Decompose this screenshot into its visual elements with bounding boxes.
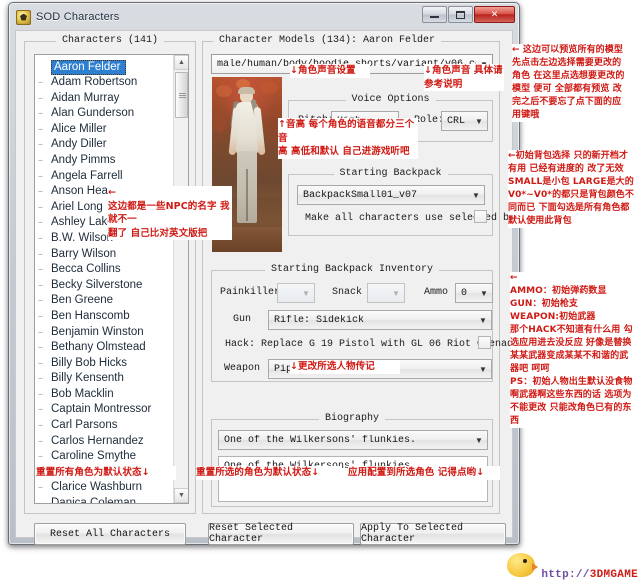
characters-list-items[interactable]: Aaron Felder Adam Robertson Aidan Murray…	[35, 55, 173, 503]
list-item[interactable]: Bethany Olmstead	[37, 340, 173, 356]
title-bar: SOD Characters ✕	[12, 6, 516, 28]
backpack-value: BackpackSmall01_v07	[298, 190, 468, 201]
annotation-pitch-note: ↑音高 每个角色的语音都分三个音 高 高低和默认 自己进游戏听吧	[278, 118, 418, 159]
list-item[interactable]: Billy Kensenth	[37, 371, 173, 387]
list-item[interactable]: Angela Farrell	[37, 169, 173, 185]
list-item[interactable]: Andy Diller	[37, 137, 173, 153]
annotation-reset-selected-note: 重置所选的角色为默认状态↓	[196, 466, 342, 480]
watermark-url-suffix: 3DMGAME	[590, 569, 638, 581]
characters-group-legend: Characters (141)	[56, 35, 164, 46]
chevron-down-icon[interactable]: ▼	[388, 289, 404, 298]
gun-combo[interactable]: Rifle: Sidekick ▼	[268, 310, 492, 330]
app-butterfly-icon	[16, 10, 31, 25]
chevron-down-icon[interactable]: ▼	[475, 316, 491, 325]
gun-label: Gun	[233, 314, 251, 325]
watermark-url-prefix: http://	[541, 569, 589, 581]
characters-listbox[interactable]: Aaron Felder Adam Robertson Aidan Murray…	[34, 54, 189, 504]
list-item[interactable]: Benjamin Winston	[37, 325, 173, 341]
chevron-down-icon[interactable]: ▼	[471, 117, 487, 126]
starting-backpack-group: Starting Backpack BackpackSmall01_v07 ▼ …	[288, 174, 493, 236]
ammo-value: 0	[456, 288, 476, 299]
chick-logo-icon	[505, 547, 539, 579]
scrollbar-thumb[interactable]	[175, 72, 188, 118]
annotation-right-backpack: ←初始背包选择 只的新开档才 有用 已经有进度的 改了无效 SMALL是小包 L…	[508, 150, 640, 228]
list-item[interactable]: Ben Hanscomb	[37, 309, 173, 325]
role-label: Role:	[414, 115, 444, 126]
chevron-down-icon[interactable]: ▼	[475, 365, 491, 374]
list-item[interactable]: Adam Robertson	[37, 75, 173, 91]
list-item[interactable]: Becky Silverstone	[37, 278, 173, 294]
list-item[interactable]: Alan Gunderson	[37, 106, 173, 122]
minimize-button[interactable]	[422, 6, 447, 23]
annotation-right-preview: ← 这边可以预览所有的模型 先点击左边选择需要更改的 角色 在这里点选想要更改的…	[512, 44, 640, 122]
chevron-down-icon[interactable]: ▼	[468, 191, 484, 200]
voice-options-legend: Voice Options	[345, 94, 435, 105]
hack-checkbox[interactable]	[478, 336, 491, 349]
characters-list-scrollbar[interactable]: ▲ ▼	[173, 55, 188, 503]
annotation-list-names: ← 这边都是一些NPC的名字 我就不一 翻了 自己比对英文版把	[108, 186, 232, 240]
client-area: Characters (141) Aaron Felder Adam Rober…	[15, 30, 513, 538]
list-item[interactable]: Carl Parsons	[37, 418, 173, 434]
biography-combo[interactable]: One of the Wilkersons' flunkies. ▼	[218, 430, 488, 450]
list-item[interactable]: Alice Miller	[37, 122, 173, 138]
list-item[interactable]: Aidan Murray	[37, 91, 173, 107]
list-item[interactable]: Becca Collins	[37, 262, 173, 278]
window-controls: ✕	[422, 6, 515, 23]
annotation-bio-note: ↓更改所选人物传记	[290, 360, 400, 374]
biography-group: Biography One of the Wilkersons' flunkie…	[211, 419, 493, 507]
list-item[interactable]: Carlos Hernandez	[37, 434, 173, 450]
list-item[interactable]: Billy Bob Hicks	[37, 356, 173, 372]
backpack-inventory-legend: Starting Backpack Inventory	[265, 264, 439, 275]
annotation-reset-all-note: 重置所有角色为默认状态↓	[36, 466, 176, 480]
annotation-voice-reference: ↓角色声音 具体请 参考说明	[424, 64, 504, 91]
ammo-combo[interactable]: 0 ▼	[455, 283, 493, 303]
list-item[interactable]: Danica Coleman	[37, 496, 173, 503]
list-item[interactable]: Ben Greene	[37, 293, 173, 309]
chevron-down-icon[interactable]: ▼	[298, 289, 314, 298]
apply-to-selected-character-button[interactable]: Apply To Selected Character	[360, 523, 506, 545]
watermark: http://3DMGAME	[505, 547, 638, 581]
reset-all-characters-button[interactable]: Reset All Characters	[34, 523, 186, 545]
role-value: CRL	[442, 116, 471, 127]
snack-label: Snack	[332, 287, 362, 298]
list-item[interactable]: Clarice Washburn	[37, 480, 173, 496]
scroll-down-arrow-icon[interactable]: ▼	[174, 488, 189, 503]
scroll-up-arrow-icon[interactable]: ▲	[174, 55, 189, 70]
watermark-text: http://3DMGAME	[541, 569, 638, 581]
list-item[interactable]: Andy Pimms	[37, 153, 173, 169]
list-item[interactable]: Captain Montressor	[37, 402, 173, 418]
weapon-label: Weapon	[224, 363, 260, 374]
list-item[interactable]: Caroline Smythe	[37, 449, 173, 465]
maximize-button[interactable]	[448, 6, 473, 23]
character-figure	[230, 89, 264, 247]
chevron-down-icon[interactable]: ▼	[471, 436, 487, 445]
role-combo[interactable]: CRL ▼	[441, 111, 488, 131]
snack-combo[interactable]: ▼	[367, 283, 405, 303]
painkiller-combo[interactable]: ▼	[277, 283, 315, 303]
gun-value: Rifle: Sidekick	[269, 315, 475, 326]
annotation-voice-setting: ↓角色声音设置	[290, 64, 370, 78]
close-button[interactable]: ✕	[474, 6, 515, 23]
annotation-apply-note: 应用配置到所选角色 记得点哟↓	[348, 466, 500, 480]
chevron-down-icon[interactable]: ▼	[476, 289, 492, 298]
ammo-label: Ammo	[424, 287, 448, 298]
screenshot-root: SOD Characters ✕ Characters (141) Aaron …	[0, 0, 640, 583]
list-item[interactable]: Bob Macklin	[37, 387, 173, 403]
annotation-right-ammo: ← AMMO：初始弹药数显 GUN：初始枪支 WEAPON:初始武器 那个HAC…	[510, 272, 640, 428]
models-group-legend: Character Models (134): Aaron Felder	[213, 35, 441, 46]
make-all-backpack-checkbox[interactable]	[474, 210, 487, 223]
painkiller-label: Painkiller	[220, 287, 280, 298]
character-models-group: Character Models (134): Aaron Felder mal…	[202, 41, 500, 514]
list-item[interactable]: Barry Wilson	[37, 247, 173, 263]
window-title: SOD Characters	[36, 11, 120, 23]
starting-backpack-legend: Starting Backpack	[333, 168, 447, 179]
list-item-selected[interactable]: Aaron Felder	[51, 60, 126, 75]
biography-legend: Biography	[319, 413, 385, 424]
characters-group: Characters (141) Aaron Felder Adam Rober…	[24, 41, 196, 514]
biography-combo-value: One of the Wilkersons' flunkies.	[219, 435, 471, 446]
reset-selected-character-button[interactable]: Reset Selected Character	[208, 523, 354, 545]
backpack-combo[interactable]: BackpackSmall01_v07 ▼	[297, 185, 485, 205]
